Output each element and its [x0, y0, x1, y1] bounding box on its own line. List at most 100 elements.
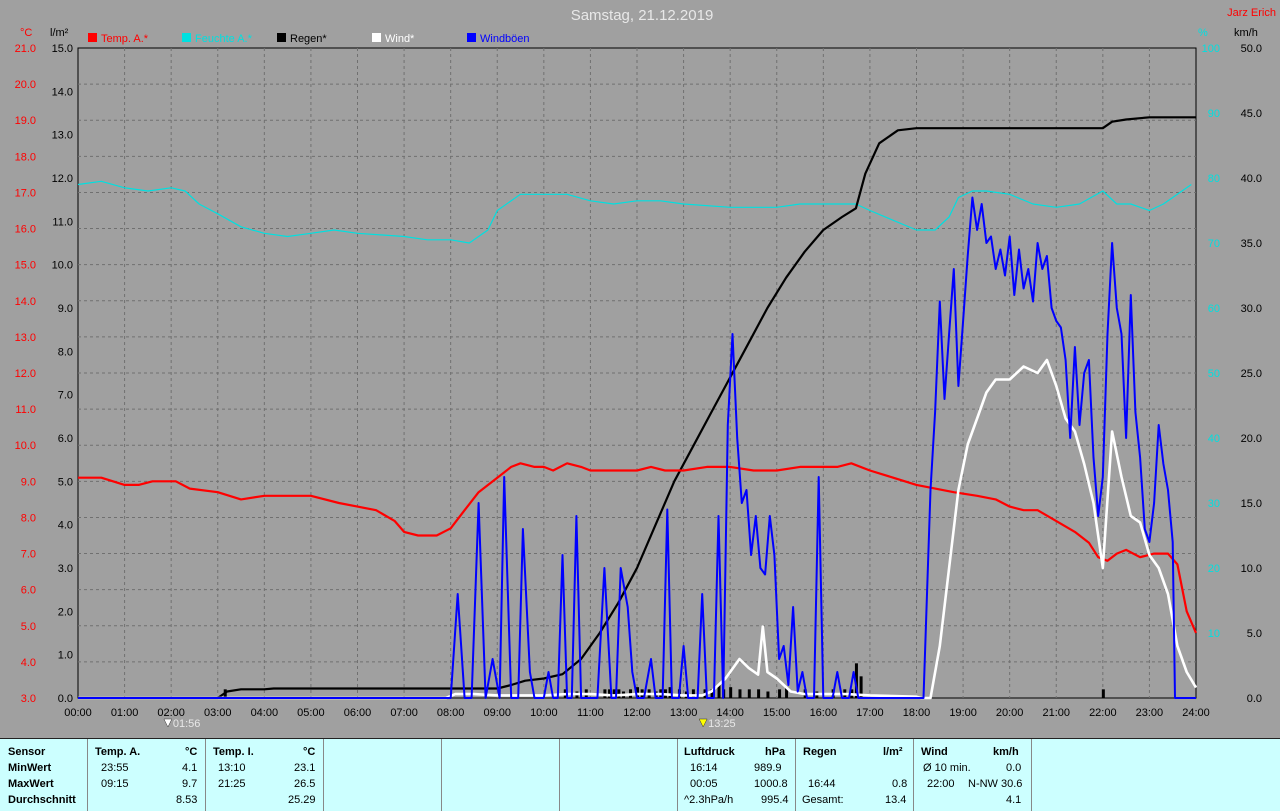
temp-tick-label: 21.0 [15, 43, 36, 55]
rain-unit: l/m² [883, 746, 903, 758]
rain-tick-label: 6.0 [58, 433, 73, 445]
wind-max-dir-val: N-NW 30.6 [968, 778, 1023, 790]
x-tick-label: 07:00 [390, 707, 418, 719]
temp-a-max-val: 9.7 [182, 778, 198, 790]
rain-tick-label: 5.0 [58, 476, 73, 488]
temp-a-header: Temp. A. [95, 746, 141, 758]
rain-header: Regen [803, 746, 837, 758]
row-label-max: MaxWert [8, 778, 54, 790]
rain-tick-label: 15.0 [52, 43, 73, 55]
temp-tick-label: 11.0 [15, 404, 36, 416]
weather-chart: Samstag, 21.12.2019 Jarz Erich Temp. A.*… [0, 0, 1280, 738]
sensor-column: Sensor MinWert MaxWert Durchschnitt [0, 739, 88, 811]
rain-bar [766, 691, 770, 698]
empty-column-2 [442, 739, 560, 811]
legend-label: Wind* [385, 33, 415, 45]
temp-tick-label: 14.0 [15, 296, 36, 308]
legend-swatch [88, 33, 97, 42]
wind-avg-label: Ø 10 min. [923, 762, 971, 774]
rain-bar [729, 687, 733, 698]
pressure-unit: hPa [765, 746, 786, 758]
wind-avg-day: 4.1 [1006, 794, 1022, 806]
rain-bar [778, 689, 782, 698]
pressure-trend: ^2.3hPa/h [684, 794, 734, 806]
x-tick-label: 11:00 [577, 707, 604, 719]
x-tick-label: 03:00 [204, 707, 232, 719]
x-tick-label: 23:00 [1136, 707, 1164, 719]
rain-tick-label: 10.0 [52, 260, 73, 272]
chart-title: Samstag, 21.12.2019 [571, 7, 714, 24]
rain-bar [757, 689, 761, 698]
pressure-max-val: 1000.8 [754, 778, 788, 790]
stats-table: Sensor MinWert MaxWert Durchschnitt Temp… [0, 738, 1280, 811]
x-tick-label: 08:00 [437, 707, 465, 719]
legend-swatch [277, 33, 286, 42]
pressure-column: Luftdruck hPa 16:14 989.9 00:05 1000.8 ^… [678, 739, 796, 811]
rain-tick-label: 11.0 [52, 216, 73, 228]
humidity-tick-label: 10 [1208, 628, 1220, 640]
rain-tick-label: 9.0 [58, 303, 73, 315]
temp-tick-label: 9.0 [21, 476, 36, 488]
wind-header: Wind [921, 746, 948, 758]
temp-i-header: Temp. I. [213, 746, 254, 758]
wind-axis-unit: km/h [1234, 27, 1258, 39]
empty-column-1 [324, 739, 442, 811]
rain-tick-label: 2.0 [58, 606, 73, 618]
wind-tick-label: 25.0 [1241, 368, 1262, 380]
temp-tick-label: 20.0 [15, 79, 36, 91]
temp-tick-label: 5.0 [21, 621, 36, 633]
x-tick-label: 01:00 [111, 707, 139, 719]
temp-a-min-time: 23:55 [101, 762, 129, 774]
temp-tick-label: 4.0 [21, 657, 36, 669]
temp-i-max-time: 21:25 [218, 778, 246, 790]
empty-column-3 [560, 739, 678, 811]
rain-bar [1101, 689, 1105, 698]
wind-avg-val: 0.0 [1006, 762, 1022, 774]
rain-tick-label: 8.0 [58, 346, 73, 358]
wind-tick-label: 15.0 [1241, 498, 1262, 510]
x-tick-label: 18:00 [903, 707, 931, 719]
rain-total-val: 13.4 [885, 794, 907, 806]
sensor-header: Sensor [8, 746, 46, 758]
rain-tick-label: 4.0 [58, 520, 73, 532]
x-tick-label: 15:00 [763, 707, 791, 719]
rain-column: Regen l/m² 16:44 0.8 Gesamt: 13.4 [796, 739, 914, 811]
temp-axis-unit: °C [20, 27, 32, 39]
humidity-tick-label: 90 [1208, 108, 1220, 120]
rain-bar [617, 689, 621, 698]
temp-tick-label: 3.0 [21, 693, 36, 705]
x-tick-label: 06:00 [344, 707, 372, 719]
x-tick-label: 17:00 [856, 707, 884, 719]
x-tick-label: 21:00 [1042, 707, 1070, 719]
x-tick-label: 16:00 [810, 707, 838, 719]
temp-i-avg: 25.29 [288, 794, 316, 806]
pressure-header: Luftdruck [684, 746, 735, 758]
legend-label: Feuchte A.* [195, 33, 253, 45]
pressure-min-time: 16:14 [690, 762, 718, 774]
temp-tick-label: 8.0 [21, 512, 36, 524]
temp-tick-label: 18.0 [15, 151, 36, 163]
rain-bar [738, 689, 742, 698]
temp-tick-label: 13.0 [15, 332, 36, 344]
temp-a-avg: 8.53 [176, 794, 198, 806]
row-label-avg: Durchschnitt [8, 794, 76, 806]
x-tick-label: 05:00 [297, 707, 325, 719]
legend-label: Regen* [290, 33, 327, 45]
rain-tick-label: 0.0 [58, 693, 73, 705]
rain-axis-unit: l/m² [50, 27, 69, 39]
x-tick-label: 24:00 [1182, 707, 1210, 719]
humidity-tick-label: 100 [1202, 43, 1220, 55]
temp-i-min-val: 23.1 [294, 762, 316, 774]
legend-swatch [182, 33, 191, 42]
rain-tick-label: 3.0 [58, 563, 73, 575]
x-tick-label: 13:00 [670, 707, 698, 719]
humidity-tick-label: 20 [1208, 563, 1220, 575]
temp-a-column: Temp. A. °C 23:55 4.1 09:15 9.7 8.53 [88, 739, 206, 811]
humidity-tick-label: 30 [1208, 498, 1220, 510]
x-tick-label: 00:00 [64, 707, 92, 719]
brand-label: Jarz Erich [1227, 7, 1276, 19]
humidity-tick-label: 40 [1208, 433, 1220, 445]
x-tick-label: 20:00 [996, 707, 1024, 719]
x-tick-label: 22:00 [1089, 707, 1117, 719]
pressure-trend-val: 995.4 [761, 794, 789, 806]
